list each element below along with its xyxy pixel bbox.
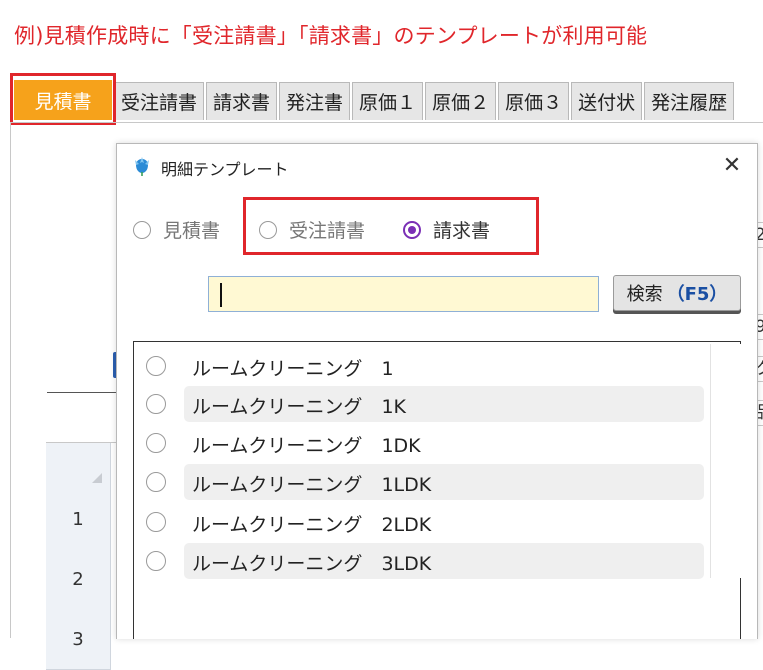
search-input[interactable] (208, 276, 599, 312)
list-item-label: ルームクリーニング 3LDK (192, 553, 432, 575)
tab-invoice[interactable]: 請求書 (206, 82, 278, 120)
dialog-titlebar: 明細テンプレート ✕ (117, 144, 757, 188)
grid-row-number[interactable]: 3 (46, 609, 111, 670)
list-scrollbar[interactable] (710, 344, 741, 578)
background-underline (47, 392, 117, 393)
search-shortcut-label: （F5） (666, 284, 728, 305)
list-item-label: ルームクリーニング 1DK (192, 435, 421, 457)
radio-button[interactable] (146, 512, 166, 532)
list-item[interactable]: ルームクリーニング 1K (134, 386, 708, 422)
close-icon: ✕ (722, 152, 742, 178)
list-item[interactable]: ルームクリーニング 1DK (134, 425, 708, 461)
list-item-label: ルームクリーニング 1 (192, 358, 394, 380)
template-list: ルームクリーニング 1 ルームクリーニング 1K ルームクリーニング 1DK ル… (133, 341, 741, 639)
dialog-title: 明細テンプレート (161, 160, 289, 179)
list-item[interactable]: ルームクリーニング 1LDK (134, 464, 708, 500)
template-dialog: 明細テンプレート ✕ 見積書 受注請書 請求書 検索 （F5） ルームクリーニング… (116, 143, 758, 639)
list-item[interactable]: ルームクリーニング 3LDK (134, 543, 708, 579)
radio-button[interactable] (146, 433, 166, 453)
tab-order-acceptance[interactable]: 受注請書 (114, 82, 205, 120)
radio-button[interactable] (146, 394, 166, 414)
text-cursor (220, 283, 222, 307)
radio-option-order-acceptance[interactable]: 受注請書 (259, 216, 365, 243)
search-button-label: 検索 (626, 284, 663, 305)
radio-label: 受注請書 (289, 220, 366, 242)
tab-cost-2[interactable]: 原価２ (425, 82, 497, 120)
tab-cost-1[interactable]: 原価１ (352, 82, 424, 120)
radio-label: 請求書 (433, 220, 491, 242)
tab-cover-letter[interactable]: 送付状 (571, 82, 643, 120)
list-item[interactable]: ルームクリーニング 2LDK (134, 504, 708, 540)
radio-label: 見積書 (163, 220, 221, 242)
search-button[interactable]: 検索 （F5） (613, 275, 741, 311)
close-button[interactable]: ✕ (717, 150, 747, 180)
list-item[interactable]: ルームクリーニング 1 (134, 348, 708, 384)
radio-button[interactable] (146, 551, 166, 571)
tab-cost-3[interactable]: 原価３ (498, 82, 570, 120)
radio-button-selected[interactable] (403, 220, 421, 239)
instruction-caption: 例)見積作成時に「受注請書」「請求書」のテンプレートが利用可能 (14, 24, 648, 48)
tab-estimate[interactable]: 見積書 (14, 80, 112, 120)
grid-row-number[interactable]: 1 (46, 489, 111, 550)
grid-row-number[interactable]: 2 (46, 549, 111, 610)
document-tabs: 見積書 受注請書 請求書 発注書 原価１ 原価２ 原価３ 送付状 発注履歴 (14, 80, 763, 120)
background-grid: 1 2 3 (46, 442, 116, 670)
radio-option-invoice[interactable]: 請求書 (403, 216, 490, 243)
tab-order-history[interactable]: 発注履歴 (644, 82, 735, 120)
radio-option-estimate[interactable]: 見積書 (133, 216, 220, 243)
list-item-label: ルームクリーニング 1K (192, 396, 407, 418)
radio-button[interactable] (146, 356, 166, 376)
radio-button[interactable] (259, 220, 277, 239)
radio-button[interactable] (146, 472, 166, 492)
list-item-label: ルームクリーニング 1LDK (192, 474, 432, 496)
grid-corner[interactable] (46, 443, 111, 490)
list-item-label: ルームクリーニング 2LDK (192, 514, 432, 536)
radio-button[interactable] (133, 220, 151, 239)
tab-purchase-order[interactable]: 発注書 (279, 82, 351, 120)
tulip-app-icon (135, 157, 149, 176)
